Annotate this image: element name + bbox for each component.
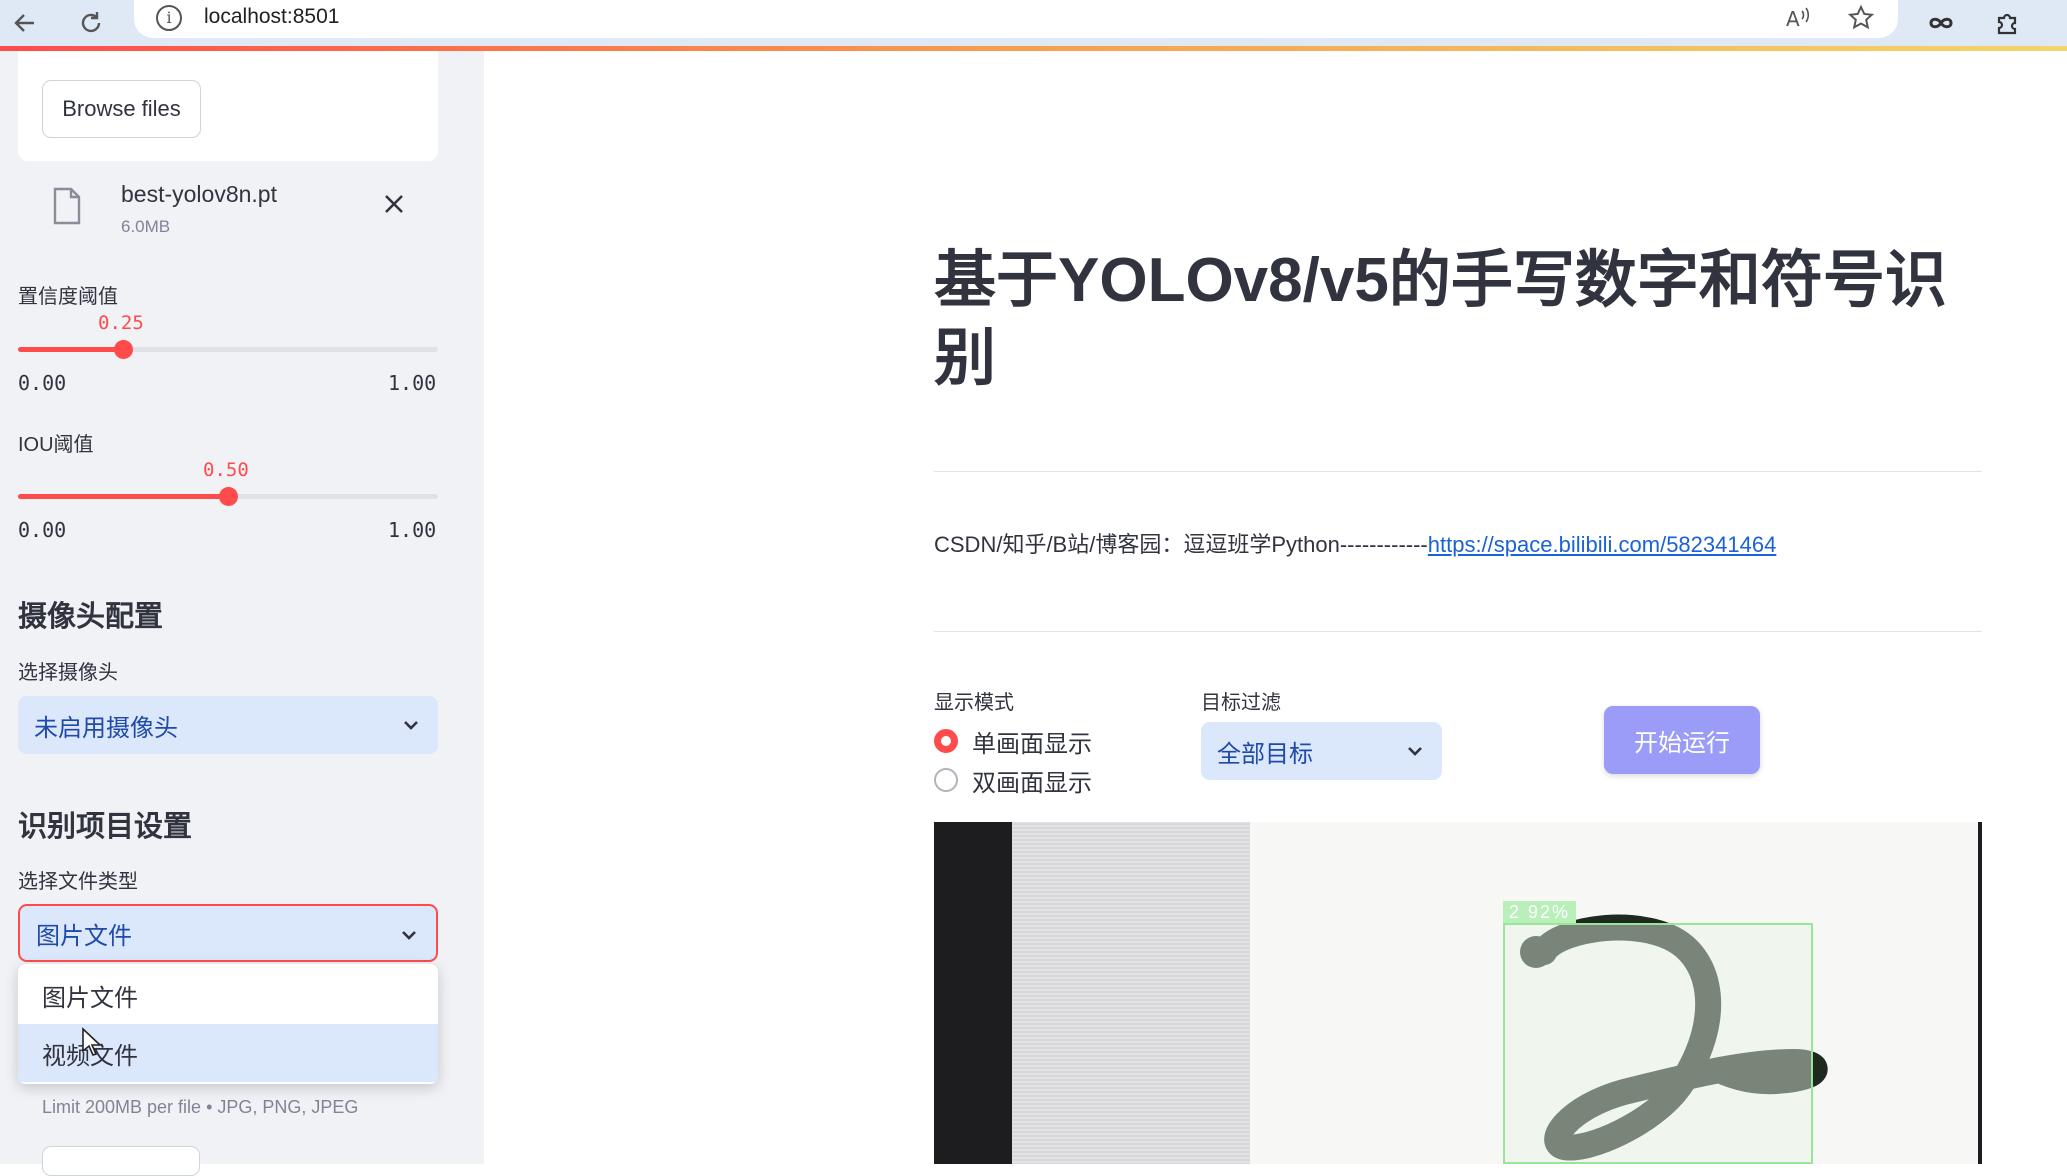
chevron-down-icon xyxy=(1408,747,1422,756)
confidence-slider-thumb[interactable] xyxy=(114,340,133,359)
file-name: best-yolov8n.pt xyxy=(121,181,277,207)
camera-select-value: 未启用摄像头 xyxy=(34,714,178,742)
detection-label: 2 92% xyxy=(1503,901,1577,923)
iou-slider[interactable] xyxy=(18,487,438,506)
radio-dual-view[interactable]: 双画面显示 xyxy=(934,763,1092,797)
browser-toolbar: i localhost:8501 A xyxy=(0,0,2067,46)
file-size: 6.0MB xyxy=(121,217,171,236)
camera-select[interactable]: 未启用摄像头 xyxy=(18,696,438,754)
credit-text: CSDN/知乎/B站/博客园：逗逗班学Python------------ xyxy=(934,532,1428,557)
info-icon[interactable]: i xyxy=(156,5,182,31)
detection-bounding-box xyxy=(1503,923,1813,1164)
favorite-star-icon[interactable] xyxy=(1847,4,1875,37)
display-mode-label: 显示模式 xyxy=(934,692,1014,714)
file-type-select-label: 选择文件类型 xyxy=(18,871,138,893)
url-text[interactable]: localhost:8501 xyxy=(204,5,339,29)
recognition-section-title: 识别项目设置 xyxy=(18,811,193,843)
confidence-value: 0.25 xyxy=(98,312,144,334)
credit-line: CSDN/知乎/B站/博客园：逗逗班学Python------------htt… xyxy=(934,527,1776,559)
page-title: 基于YOLOv8/v5的手写数字和符号识别 xyxy=(934,246,1947,393)
start-run-button[interactable]: 开始运行 xyxy=(1604,706,1760,774)
svg-text:A: A xyxy=(1786,7,1800,31)
radio-unselected-icon xyxy=(934,768,958,792)
address-bar[interactable]: i localhost:8501 A xyxy=(134,0,1898,38)
divider xyxy=(934,471,1982,472)
extensions-infinity-icon[interactable] xyxy=(1922,4,1960,42)
file-type-dropdown-menu: 图片文件 视频文件 xyxy=(18,964,438,1084)
browse-files-button[interactable]: Browse files xyxy=(42,80,201,138)
dropdown-option-image[interactable]: 图片文件 xyxy=(18,966,438,1024)
confidence-slider-fill xyxy=(18,347,123,352)
confidence-min: 0.00 xyxy=(18,371,67,395)
file-icon xyxy=(52,187,82,225)
iou-max: 1.00 xyxy=(388,518,437,542)
target-filter-label: 目标过滤 xyxy=(1201,692,1281,714)
frame-right-border xyxy=(1978,822,1982,1164)
model-upload-dropzone[interactable]: Browse files xyxy=(18,51,438,161)
iou-slider-fill xyxy=(18,494,228,499)
file-type-select-value: 图片文件 xyxy=(36,922,132,950)
radio-single-view-label: 单画面显示 xyxy=(972,730,1092,758)
target-filter-value: 全部目标 xyxy=(1217,740,1313,768)
radio-single-view[interactable]: 单画面显示 xyxy=(934,724,1092,758)
iou-min: 0.00 xyxy=(18,518,67,542)
camera-section-title: 摄像头配置 xyxy=(18,601,164,633)
divider xyxy=(934,631,1982,632)
mouse-cursor-icon xyxy=(80,1027,103,1062)
bilibili-link[interactable]: https://space.bilibili.com/582341464 xyxy=(1428,532,1777,557)
camera-select-label: 选择摄像头 xyxy=(18,662,118,684)
upload-limit-text: Limit 200MB per file • JPG, PNG, JPEG xyxy=(42,1097,359,1117)
frame-dark-region xyxy=(934,822,1012,1164)
detection-result-image: 2 92% xyxy=(934,822,1982,1164)
radio-dual-view-label: 双画面显示 xyxy=(972,769,1092,797)
target-filter-select[interactable]: 全部目标 xyxy=(1201,722,1442,780)
confidence-max: 1.00 xyxy=(388,371,437,395)
confidence-slider[interactable] xyxy=(18,340,438,359)
iou-label: IOU阈值 xyxy=(18,434,94,456)
back-icon[interactable] xyxy=(6,4,44,42)
remove-file-close-icon[interactable] xyxy=(383,189,405,223)
file-type-select[interactable]: 图片文件 xyxy=(18,904,438,962)
reload-icon[interactable] xyxy=(72,4,110,42)
read-aloud-icon[interactable]: A xyxy=(1784,5,1812,36)
iou-value: 0.50 xyxy=(203,459,249,481)
partially-visible-button[interactable] xyxy=(42,1146,200,1176)
confidence-label: 置信度阈值 xyxy=(18,286,118,308)
frame-screen-region xyxy=(1012,822,1250,1164)
puzzle-extension-icon[interactable] xyxy=(1988,4,2026,42)
radio-selected-icon xyxy=(934,729,958,753)
uploaded-file-row: best-yolov8n.pt 6.0MB xyxy=(18,171,438,261)
chevron-down-icon xyxy=(404,721,418,730)
iou-slider-thumb[interactable] xyxy=(219,487,238,506)
chevron-down-icon xyxy=(402,931,416,940)
